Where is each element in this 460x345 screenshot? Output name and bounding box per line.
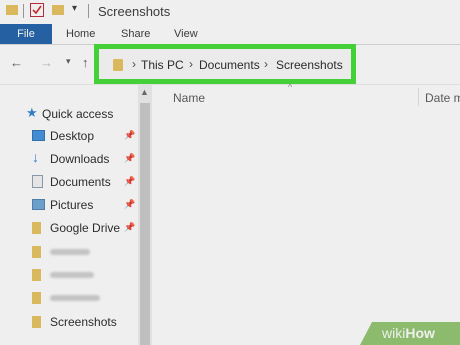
folder-icon	[6, 5, 18, 15]
tab-file[interactable]: File	[0, 24, 52, 44]
pin-icon[interactable]: 📌	[124, 130, 135, 141]
sidebar-item-documents[interactable]: Documents 📌	[0, 171, 138, 193]
properties-icon[interactable]	[30, 3, 44, 17]
tab-share[interactable]: Share	[121, 24, 150, 44]
sidebar-scrollbar[interactable]: ▲	[138, 85, 152, 345]
pictures-icon	[32, 199, 45, 210]
star-icon: ★	[26, 105, 38, 120]
sidebar-item-desktop[interactable]: Desktop 📌	[0, 125, 138, 147]
forward-arrow-icon[interactable]: →	[40, 55, 53, 70]
watermark-logo: wikiHow	[382, 325, 435, 341]
sidebar-label: Desktop	[50, 129, 95, 143]
window-title: Screenshots	[98, 4, 171, 19]
sidebar-label: Pictures	[50, 198, 94, 212]
tab-home[interactable]: Home	[66, 24, 95, 44]
folder-icon	[32, 246, 41, 258]
document-icon	[32, 175, 43, 188]
pin-icon[interactable]: 📌	[124, 153, 135, 164]
up-arrow-icon[interactable]: ↑	[82, 55, 89, 70]
divider	[88, 4, 89, 18]
file-list	[152, 85, 460, 345]
folder-icon	[113, 59, 123, 71]
back-arrow-icon[interactable]: ←	[10, 55, 23, 70]
download-icon: ↓	[32, 149, 39, 165]
divider	[23, 4, 24, 18]
sort-caret-icon: ^	[288, 82, 293, 92]
sidebar-label: Google Drive	[50, 221, 121, 235]
sidebar-label: Screenshots	[50, 315, 117, 329]
breadcrumb-screenshots[interactable]: Screenshots	[276, 58, 343, 72]
chevron-right-icon[interactable]: ›	[189, 57, 193, 71]
folder-icon	[32, 292, 41, 304]
sidebar-item-google-drive[interactable]: Google Drive 📌	[0, 217, 138, 239]
redacted-label	[50, 272, 94, 278]
scroll-up-icon[interactable]: ▲	[140, 87, 149, 97]
folder-icon	[32, 269, 41, 281]
new-folder-icon[interactable]	[52, 5, 64, 15]
column-header-name[interactable]: Name	[173, 91, 205, 105]
sidebar-item-redacted[interactable]	[0, 241, 138, 263]
chevron-down-icon[interactable]: ▾	[72, 3, 77, 14]
sidebar-label: Downloads	[50, 152, 110, 166]
desktop-icon	[32, 130, 45, 141]
sidebar-item-redacted[interactable]	[0, 264, 138, 286]
sidebar-label: Documents	[50, 175, 111, 189]
sidebar-item-downloads[interactable]: ↓ Downloads 📌	[0, 148, 138, 170]
pin-icon[interactable]: 📌	[124, 176, 135, 187]
address-bar[interactable]: › This PC › Documents › Screenshots	[94, 44, 356, 84]
folder-icon	[32, 316, 41, 328]
tab-view[interactable]: View	[174, 24, 198, 44]
sidebar-item-redacted[interactable]	[0, 287, 138, 309]
sidebar-label: Quick access	[42, 107, 114, 121]
column-divider[interactable]	[418, 88, 419, 106]
column-header-date[interactable]: Date m	[425, 91, 460, 105]
redacted-label	[50, 249, 90, 255]
chevron-right-icon[interactable]: ›	[264, 57, 268, 71]
pin-icon[interactable]: 📌	[124, 222, 135, 233]
chevron-right-icon[interactable]: ›	[132, 57, 136, 71]
sidebar-item-quick-access[interactable]: ★ Quick access	[0, 103, 138, 125]
sidebar-item-screenshots[interactable]: Screenshots	[0, 311, 138, 333]
pin-icon[interactable]: 📌	[124, 199, 135, 210]
redacted-label	[50, 295, 100, 301]
folder-icon	[32, 222, 41, 234]
sidebar-item-pictures[interactable]: Pictures 📌	[0, 194, 138, 216]
breadcrumb-this-pc[interactable]: This PC	[141, 58, 184, 72]
title-bar	[0, 0, 460, 24]
recent-locations-icon[interactable]: ▾	[66, 56, 71, 67]
breadcrumb-documents[interactable]: Documents	[199, 58, 260, 72]
scroll-thumb[interactable]	[140, 103, 150, 345]
